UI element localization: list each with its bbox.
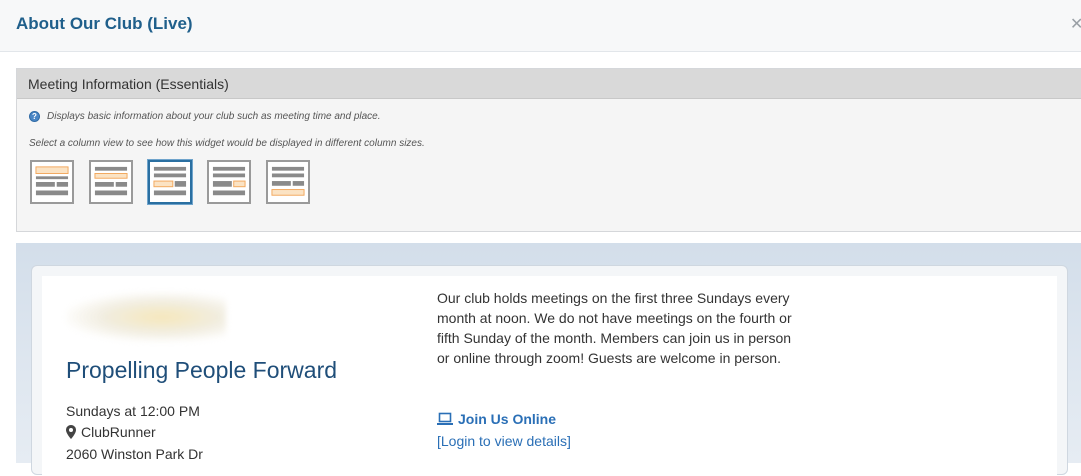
laptop-icon [437,412,453,425]
join-online-link[interactable]: Join Us Online [437,411,556,427]
preview-card: Propelling People Forward Sundays at 12:… [31,265,1068,476]
dialog-header: About Our Club (Live) ✕ [0,0,1081,52]
layout-two-column-center-icon [153,166,187,196]
layout-two-thirds-right-icon [212,166,246,196]
column-view-instructions: Select a column view to see how this wid… [29,138,425,149]
layout-bottom-highlight-button[interactable] [266,160,310,204]
widget-description: ? Displays basic information about your … [29,111,381,122]
widget-info-panel: Meeting Information (Essentials) ? Displ… [16,68,1081,232]
layout-two-thirds-left-button[interactable] [89,160,133,204]
club-logo [66,292,226,342]
layout-full-width-icon [35,166,69,196]
map-pin-icon [66,425,76,439]
column-view-selector [30,160,310,204]
meeting-address: 2060 Winston Park Dr [66,446,203,462]
layout-bottom-highlight-icon [271,166,305,196]
layout-full-width-button[interactable] [30,160,74,204]
widget-preview-area: Propelling People Forward Sundays at 12:… [16,243,1081,476]
layout-two-thirds-right-button[interactable] [207,160,251,204]
widget-info-text: Displays basic information about your cl… [47,111,381,122]
preview-content: Propelling People Forward Sundays at 12:… [42,276,1057,476]
close-icon[interactable]: ✕ [1070,14,1081,34]
layout-two-column-center-button[interactable] [148,160,192,204]
layout-two-thirds-left-icon [94,166,128,196]
login-details-link[interactable]: [Login to view details] [437,433,571,449]
meeting-venue: ClubRunner [66,424,156,440]
club-description: Our club holds meetings on the first thr… [437,290,792,366]
venue-name: ClubRunner [81,424,156,440]
join-online-label: Join Us Online [458,411,557,427]
question-icon: ? [29,111,40,122]
dialog-title: About Our Club (Live) [16,14,193,33]
club-title: Propelling People Forward [66,357,338,383]
meeting-time: Sundays at 12:00 PM [66,403,200,419]
widget-header: Meeting Information (Essentials) [17,69,1081,99]
